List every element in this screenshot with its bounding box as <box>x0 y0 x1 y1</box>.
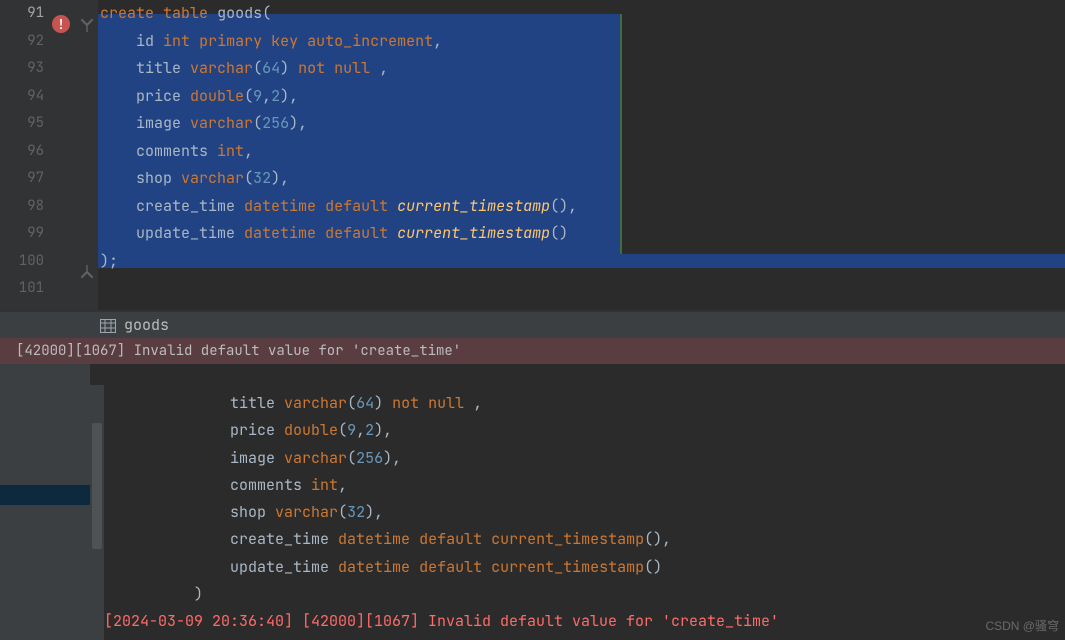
code-editor[interactable]: 91 92 93 94 95 96 97 98 99 100 101 ! cre… <box>0 0 1065 310</box>
console-output[interactable]: title varchar(64) not null , price doubl… <box>104 364 1065 640</box>
line-number-gutter: 91 92 93 94 95 96 97 98 99 100 101 <box>0 0 52 310</box>
breadcrumb[interactable]: goods <box>0 310 1065 338</box>
line-number: 95 <box>0 110 52 138</box>
line-number: 96 <box>0 138 52 166</box>
error-icon[interactable]: ! <box>52 15 70 33</box>
gutter-marks: ! <box>52 0 98 310</box>
line-number: 97 <box>0 165 52 193</box>
console-error-line: [2024-03-09 20:36:40] [42000][1067] Inva… <box>104 611 779 631</box>
line-number: 91 <box>0 0 52 28</box>
line-number: 101 <box>0 275 52 303</box>
line-number: 100 <box>0 248 52 276</box>
editor-right-panel <box>620 14 1065 254</box>
side-scrollbar-thumb[interactable] <box>92 423 102 549</box>
breadcrumb-label: goods <box>124 315 169 335</box>
line-number: 93 <box>0 55 52 83</box>
line-number: 98 <box>0 193 52 221</box>
fold-end-icon[interactable] <box>80 265 94 279</box>
line-number: 99 <box>0 220 52 248</box>
table-icon <box>100 318 116 332</box>
fold-start-icon[interactable] <box>80 18 94 32</box>
line-number: 94 <box>0 83 52 111</box>
line-number: 92 <box>0 28 52 56</box>
side-selection <box>0 485 90 505</box>
inline-error-bar: [42000][1067] Invalid default value for … <box>0 338 1065 364</box>
watermark: CSDN @骚穹 <box>985 617 1059 634</box>
code-area[interactable]: create table goods( id int primary key a… <box>98 0 1065 310</box>
